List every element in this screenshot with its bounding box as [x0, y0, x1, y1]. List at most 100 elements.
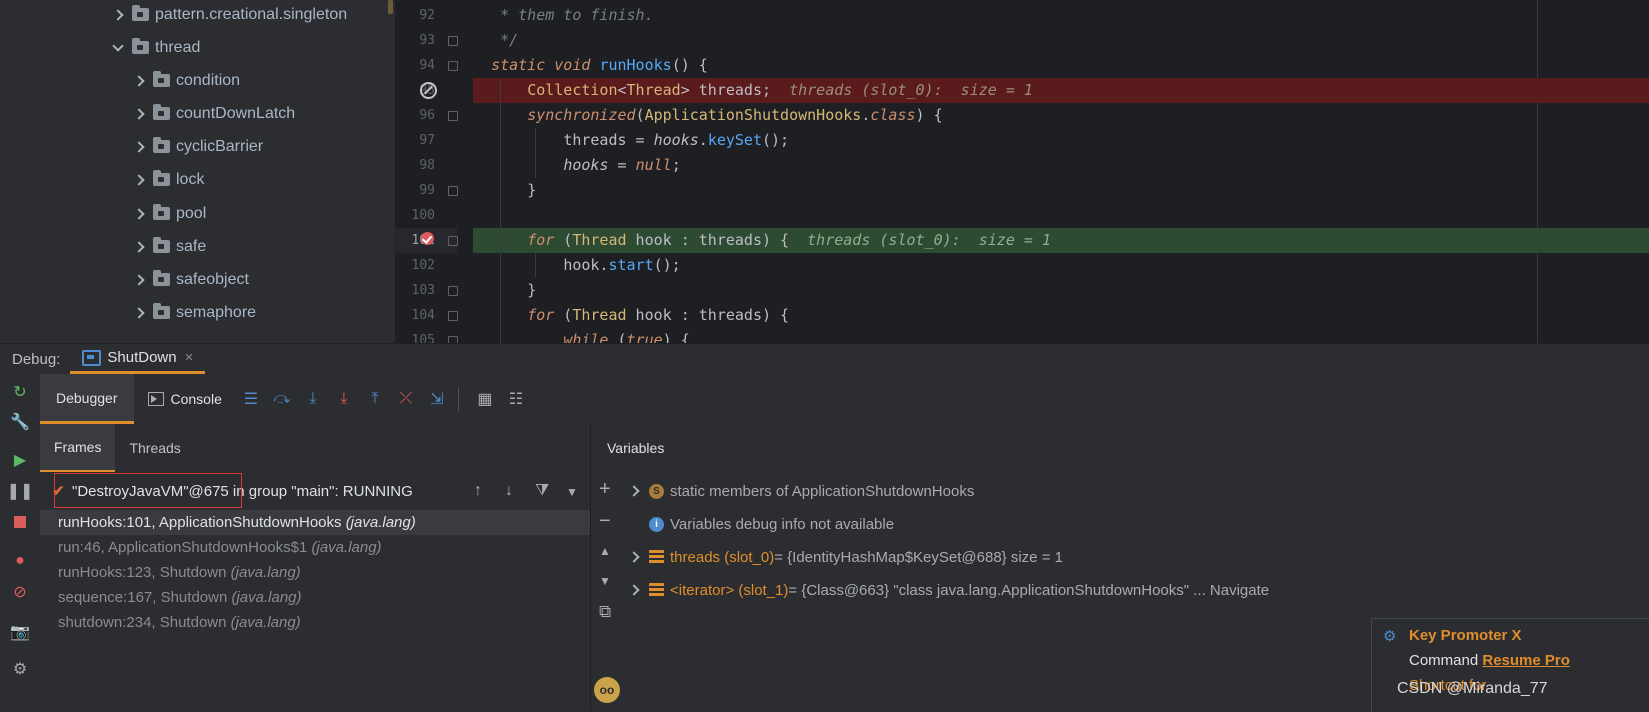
watches-glasses-icon[interactable]: oo — [594, 677, 620, 703]
tree-item-thread[interactable]: thread — [110, 31, 200, 64]
frame-row[interactable]: run:46, ApplicationShutdownHooks$1 (java… — [40, 535, 590, 560]
code-line-103: } — [473, 278, 1649, 303]
frame-row[interactable]: shutdown:234, Shutdown (java.lang) — [40, 610, 590, 635]
frame-row[interactable]: runHooks:123, Shutdown (java.lang) — [40, 560, 590, 585]
code-text: (); — [762, 131, 790, 149]
chevron-right-icon[interactable] — [131, 73, 147, 89]
chevron-right-icon[interactable] — [131, 206, 147, 222]
tree-item-lock[interactable]: lock — [131, 163, 204, 196]
folder-icon — [132, 38, 149, 54]
force-step-into-icon[interactable]: ⤓ — [331, 386, 357, 412]
keyword: class — [870, 106, 916, 124]
frame-row[interactable]: sequence:167, Shutdown (java.lang) — [40, 585, 590, 610]
debug-session-tab[interactable]: ShutDown × — [70, 344, 206, 374]
add-icon[interactable]: + — [599, 478, 611, 501]
copy-icon[interactable]: ⧉ — [599, 602, 611, 622]
camera-icon[interactable]: 📷 — [10, 622, 30, 642]
line-number: 99 — [419, 183, 435, 198]
resume-program-icon[interactable]: ▶ — [10, 450, 30, 470]
keyword: void — [554, 56, 591, 74]
rerun-icon[interactable]: ↻ — [10, 382, 30, 402]
frame-method: run:46, ApplicationShutdownHooks$1 — [58, 539, 308, 556]
variable-row-static[interactable]: S static members of ApplicationShutdownH… — [629, 476, 974, 506]
code-text: hook. — [563, 256, 609, 274]
tab-console[interactable]: Console — [147, 391, 222, 407]
keyword: static — [491, 56, 546, 74]
code-text: hook : threads) { — [626, 306, 790, 324]
arrow-up-icon[interactable]: ↑ — [474, 482, 482, 500]
evaluate-expression-icon[interactable]: ▦ — [472, 386, 498, 412]
step-out-icon[interactable]: ⤒ — [362, 386, 388, 412]
variable-row-threads[interactable]: threads (slot_0) = {IdentityHashMap$KeyS… — [629, 542, 1063, 572]
tree-item-semaphore[interactable]: semaphore — [131, 296, 256, 329]
drop-frame-icon[interactable]: ⤫ — [393, 386, 419, 412]
code-editor[interactable]: 92 93 94 95 96 97 98 99 100 101 102 103 … — [395, 0, 1649, 357]
step-over-icon[interactable]: ⤼ — [269, 386, 295, 412]
tree-item-safe[interactable]: safe — [131, 230, 206, 263]
debugger-toolbar: Debugger Console ☰ ⤼ ⤓ ⤓ ⤒ ⤫ ⇲ ▦ ☷ — [40, 374, 1649, 424]
chevron-right-icon[interactable] — [131, 239, 147, 255]
run-to-cursor-icon[interactable]: ⇲ — [424, 386, 450, 412]
stop-icon[interactable] — [10, 512, 30, 532]
frame-package: (java.lang) — [311, 539, 382, 556]
debug-side-toolbar: ↻ 🔧 ▶ ❚❚ ● ⊘ 📷 ⚙ — [0, 374, 40, 711]
tab-threads[interactable]: Threads — [115, 424, 194, 472]
variable-row-iterator[interactable]: <iterator> (slot_1) = {Class@663} "class… — [629, 575, 1269, 605]
tree-item-cyclicbarrier[interactable]: cyclicBarrier — [131, 130, 263, 163]
frame-row-selected[interactable]: runHooks:101, ApplicationShutdownHooks (… — [40, 510, 590, 535]
chevron-right-icon[interactable] — [110, 7, 126, 23]
gear-icon[interactable]: ⚙ — [10, 659, 30, 679]
fold-marker-icon[interactable] — [448, 111, 458, 121]
arrow-down-icon[interactable]: ↓ — [505, 482, 513, 500]
settings-wrench-icon[interactable]: 🔧 — [10, 412, 30, 432]
code-line-99: } — [473, 178, 1649, 203]
view-breakpoints-icon[interactable]: ● — [10, 551, 30, 571]
tab-frames[interactable]: Frames — [40, 424, 116, 472]
frames-tab-bar: Frames Threads — [40, 424, 590, 472]
chevron-down-icon[interactable] — [110, 40, 126, 56]
move-down-icon[interactable]: ▼ — [599, 574, 611, 588]
field-icon — [649, 582, 664, 598]
fold-marker-icon[interactable] — [448, 311, 458, 321]
fold-marker-icon[interactable] — [448, 286, 458, 296]
tree-item-safeobject[interactable]: safeobject — [131, 263, 249, 296]
chevron-right-icon[interactable] — [131, 305, 147, 321]
chevron-right-icon[interactable] — [131, 139, 147, 155]
tree-item-countdownlatch[interactable]: countDownLatch — [131, 97, 295, 130]
fold-marker-icon[interactable] — [448, 236, 458, 246]
remove-icon[interactable]: − — [599, 510, 611, 533]
method-name: start — [608, 256, 654, 274]
chevron-down-icon[interactable]: ▼ — [566, 485, 578, 499]
mute-breakpoints-icon[interactable]: ⊘ — [10, 582, 30, 602]
command-link[interactable]: Resume Pro — [1482, 652, 1570, 669]
tree-item-singleton[interactable]: pattern.creational.singleton — [110, 0, 347, 31]
pause-icon[interactable]: ❚❚ — [7, 481, 34, 501]
chevron-right-icon[interactable] — [629, 551, 641, 563]
fold-marker-icon[interactable] — [448, 186, 458, 196]
fold-marker-icon[interactable] — [448, 61, 458, 71]
fold-marker-icon[interactable] — [448, 36, 458, 46]
chevron-right-icon[interactable] — [629, 485, 641, 497]
thread-selector[interactable]: ✔ "DestroyJavaVM"@675 in group "main": R… — [40, 472, 590, 510]
chevron-right-icon[interactable] — [131, 172, 147, 188]
chevron-right-icon[interactable] — [131, 106, 147, 122]
tree-scrollbar[interactable] — [388, 0, 393, 14]
step-into-icon[interactable]: ⤓ — [300, 386, 326, 412]
tree-item-label: thread — [155, 38, 201, 56]
breakpoint-hit-icon[interactable] — [421, 232, 434, 245]
move-up-icon[interactable]: ▲ — [599, 544, 611, 558]
console-icon — [147, 392, 164, 406]
filter-icon[interactable]: ⧩ — [535, 482, 549, 500]
close-icon[interactable]: × — [185, 349, 194, 366]
tree-item-condition[interactable]: condition — [131, 64, 240, 97]
trace-settings-icon[interactable]: ☷ — [503, 386, 529, 412]
menu-lines-icon[interactable]: ☰ — [238, 386, 264, 412]
chevron-right-icon[interactable] — [131, 272, 147, 288]
tab-label: Threads — [129, 440, 181, 456]
static-field: hooks — [653, 131, 699, 149]
code-line-94: static void runHooks() { — [473, 53, 1649, 78]
chevron-right-icon[interactable] — [629, 584, 641, 596]
tree-item-pool[interactable]: pool — [131, 197, 206, 230]
tab-debugger[interactable]: Debugger — [40, 374, 134, 424]
disabled-breakpoint-icon[interactable] — [420, 82, 437, 99]
